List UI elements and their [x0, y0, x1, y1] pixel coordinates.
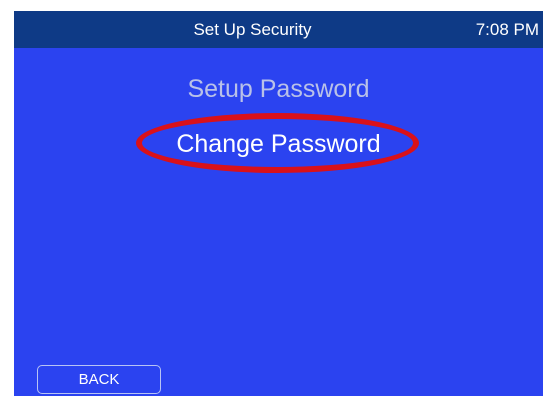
- device-screen: Set Up Security 7:08 PM Setup Password C…: [14, 11, 543, 396]
- title-bar: Set Up Security 7:08 PM: [14, 11, 543, 48]
- setup-password-option[interactable]: Setup Password: [14, 75, 543, 104]
- screen-title: Set Up Security: [193, 20, 312, 39]
- back-button[interactable]: BACK: [37, 365, 161, 394]
- clock: 7:08 PM: [475, 20, 539, 39]
- change-password-option[interactable]: Change Password: [14, 130, 543, 159]
